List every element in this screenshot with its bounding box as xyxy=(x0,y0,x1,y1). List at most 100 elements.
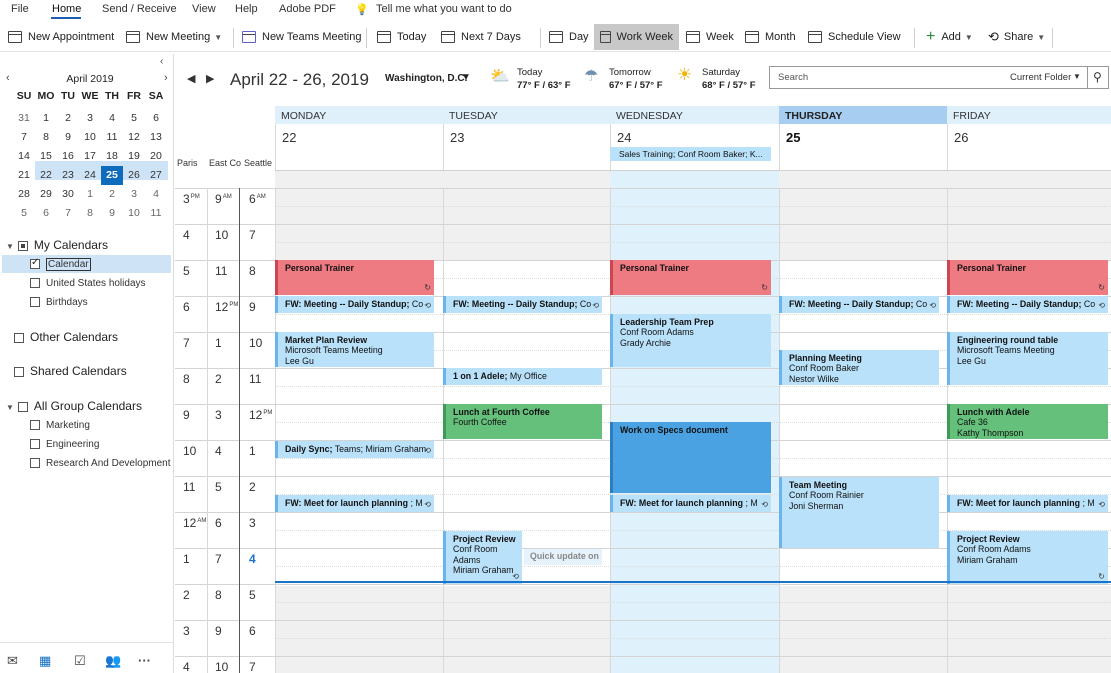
collapse-pane-icon[interactable]: ‹ xyxy=(160,56,163,67)
mini-calendar-day[interactable]: 9 xyxy=(101,204,123,223)
week-view-button[interactable]: Week xyxy=(686,24,734,50)
event-work-on-specs[interactable]: Work on Specs document xyxy=(610,422,771,493)
event-quick-update[interactable]: Quick update on xyxy=(524,549,602,565)
event-daily-sync[interactable]: Daily Sync; Teams; Miriam Graham ⟲ xyxy=(275,441,434,458)
more-apps-icon[interactable]: ··· xyxy=(138,653,151,668)
day-name-1[interactable]: TUESDAY xyxy=(443,106,610,124)
mini-calendar-day[interactable]: 17 xyxy=(79,147,101,166)
mini-calendar-day[interactable]: 15 xyxy=(35,147,57,166)
people-icon[interactable]: 👥 xyxy=(105,653,121,669)
calendar-checkbox[interactable] xyxy=(30,458,40,469)
mini-calendar-day[interactable]: 1 xyxy=(79,185,101,204)
mini-calendar-day[interactable]: 7 xyxy=(13,128,35,147)
day-view-button[interactable]: Day xyxy=(549,24,589,50)
group-checkbox[interactable] xyxy=(17,240,28,251)
event-personal-trainer-mon[interactable]: Personal Trainer ↻ xyxy=(275,260,434,295)
next-range-icon[interactable]: ▶ xyxy=(206,72,214,85)
tab-help[interactable]: Help xyxy=(235,3,258,15)
group-all-group-calendars[interactable]: ▼ All Group Calendars xyxy=(6,399,142,413)
event-daily-standup-fri[interactable]: FW: Meeting -- Daily Standup; Co ⟲ xyxy=(947,296,1108,313)
mini-calendar-day[interactable]: 1 xyxy=(35,109,57,128)
mini-calendar-today[interactable]: 25 xyxy=(101,166,123,185)
mini-calendar-day[interactable]: 8 xyxy=(35,128,57,147)
all-day-event-sales-training[interactable]: Sales Training; Conf Room Baker; K... xyxy=(610,147,771,161)
mini-calendar-day[interactable]: 10 xyxy=(123,204,145,223)
mini-calendar-day[interactable]: 2 xyxy=(57,109,79,128)
event-planning-meeting[interactable]: Planning Meeting Conf Room Baker Nestor Wi… xyxy=(779,350,939,385)
mini-calendar-day[interactable]: 21 xyxy=(13,166,35,185)
schedule-view-button[interactable]: Schedule View xyxy=(808,24,901,50)
mini-calendar-day[interactable]: 6 xyxy=(35,204,57,223)
new-teams-meeting-button[interactable]: New Teams Meeting xyxy=(242,24,361,50)
tab-send-receive[interactable]: Send / Receive xyxy=(102,3,177,15)
work-week-view-button[interactable]: Work Week xyxy=(594,24,679,50)
mini-calendar-day[interactable]: 31 xyxy=(13,109,35,128)
event-leadership-team-prep[interactable]: Leadership Team Prep Conf Room Adams Grady… xyxy=(610,314,771,367)
mini-calendar-day[interactable]: 11 xyxy=(145,204,167,223)
event-market-plan-review[interactable]: Market Plan Review Microsoft Teams Meetin… xyxy=(275,332,434,367)
mini-calendar-day[interactable]: 14 xyxy=(13,147,35,166)
calendar-item-us-holidays[interactable]: United States holidays xyxy=(30,278,146,289)
day-name-3[interactable]: THURSDAY xyxy=(779,106,947,124)
calendar-item-birthdays[interactable]: Birthdays xyxy=(30,297,88,308)
mini-calendar-day[interactable]: 20 xyxy=(145,147,167,166)
group-checkbox[interactable] xyxy=(17,401,28,412)
mini-calendar-day[interactable]: 4 xyxy=(145,185,167,204)
previous-range-icon[interactable]: ◀ xyxy=(187,72,195,85)
mini-calendar-day[interactable]: 3 xyxy=(123,185,145,204)
mini-calendar-day[interactable]: 13 xyxy=(145,128,167,147)
event-1on1-adele[interactable]: 1 on 1 Adele; My Office xyxy=(443,368,602,385)
location-dropdown-icon[interactable]: ▼ xyxy=(461,72,471,83)
event-launch-planning-wed[interactable]: FW: Meet for launch planning ; M ⟲ xyxy=(610,495,771,512)
mini-calendar-day[interactable]: 30 xyxy=(57,185,79,204)
group-checkbox[interactable] xyxy=(14,332,24,343)
day-name-4[interactable]: FRIDAY xyxy=(947,106,1111,124)
mini-calendar-day[interactable]: 24 xyxy=(79,166,101,185)
group-shared-calendars[interactable]: Shared Calendars xyxy=(14,364,127,378)
today-button[interactable]: Today xyxy=(377,24,426,50)
calendar-item-rnd[interactable]: Research And Development xyxy=(30,458,171,469)
mini-calendar-day[interactable]: 26 xyxy=(123,166,145,185)
mini-calendar-day[interactable]: 5 xyxy=(13,204,35,223)
calendar-item-calendar[interactable]: Calendar xyxy=(30,257,91,271)
day-number-4[interactable]: 26 xyxy=(954,130,968,145)
tab-home[interactable]: Home xyxy=(52,3,81,15)
new-appointment-button[interactable]: New Appointment xyxy=(8,24,114,50)
calendar-checkbox[interactable] xyxy=(30,297,40,308)
share-calendar-button[interactable]: ⟲ Share ▼ xyxy=(988,24,1045,50)
chevron-down-icon[interactable]: ▼ xyxy=(214,33,222,42)
calendar-checkbox[interactable] xyxy=(30,439,40,450)
group-my-calendars[interactable]: ▼ My Calendars xyxy=(6,238,108,252)
event-lunch-fourth-coffee[interactable]: Lunch at Fourth Coffee Fourth Coffee xyxy=(443,404,602,439)
add-calendar-button[interactable]: + Add ▼ xyxy=(926,24,973,50)
mini-calendar-day[interactable]: 10 xyxy=(79,128,101,147)
calendar-checkbox[interactable] xyxy=(30,278,40,289)
mini-calendar-day[interactable]: 22 xyxy=(35,166,57,185)
mini-calendar-day[interactable]: 8 xyxy=(79,204,101,223)
day-number-1[interactable]: 23 xyxy=(450,130,464,145)
search-button[interactable]: ⚲ xyxy=(1087,66,1109,89)
mini-calendar-day[interactable]: 16 xyxy=(57,147,79,166)
mini-calendar-day[interactable]: 29 xyxy=(35,185,57,204)
mini-calendar-day[interactable]: 9 xyxy=(57,128,79,147)
event-daily-standup-mon[interactable]: FW: Meeting -- Daily Standup; Co ⟲ xyxy=(275,296,434,313)
tab-adobe-pdf[interactable]: Adobe PDF xyxy=(279,3,336,15)
tab-view[interactable]: View xyxy=(192,3,216,15)
calendar-checkbox[interactable] xyxy=(30,257,40,270)
event-launch-planning-mon[interactable]: FW: Meet for launch planning ; M ⟲ xyxy=(275,495,434,512)
mail-icon[interactable]: ✉ xyxy=(7,653,18,669)
tell-me-search[interactable]: Tell me what you want to do xyxy=(376,3,512,15)
mini-calendar-day[interactable]: 11 xyxy=(101,128,123,147)
day-number-3[interactable]: 25 xyxy=(786,130,800,145)
tab-file[interactable]: File xyxy=(11,3,29,15)
mini-calendar-day[interactable]: 4 xyxy=(101,109,123,128)
month-view-button[interactable]: Month xyxy=(745,24,796,50)
next-month-icon[interactable]: › xyxy=(164,72,168,84)
mini-calendar-day[interactable]: 5 xyxy=(123,109,145,128)
day-number-0[interactable]: 22 xyxy=(282,130,296,145)
event-personal-trainer-wed[interactable]: Personal Trainer ↻ xyxy=(610,260,771,295)
new-meeting-button[interactable]: New Meeting ▼ xyxy=(126,24,222,50)
calendar-checkbox[interactable] xyxy=(30,420,40,431)
prev-month-icon[interactable]: ‹ xyxy=(6,72,10,84)
search-scope-dropdown[interactable]: Current Folder xyxy=(1010,72,1071,83)
